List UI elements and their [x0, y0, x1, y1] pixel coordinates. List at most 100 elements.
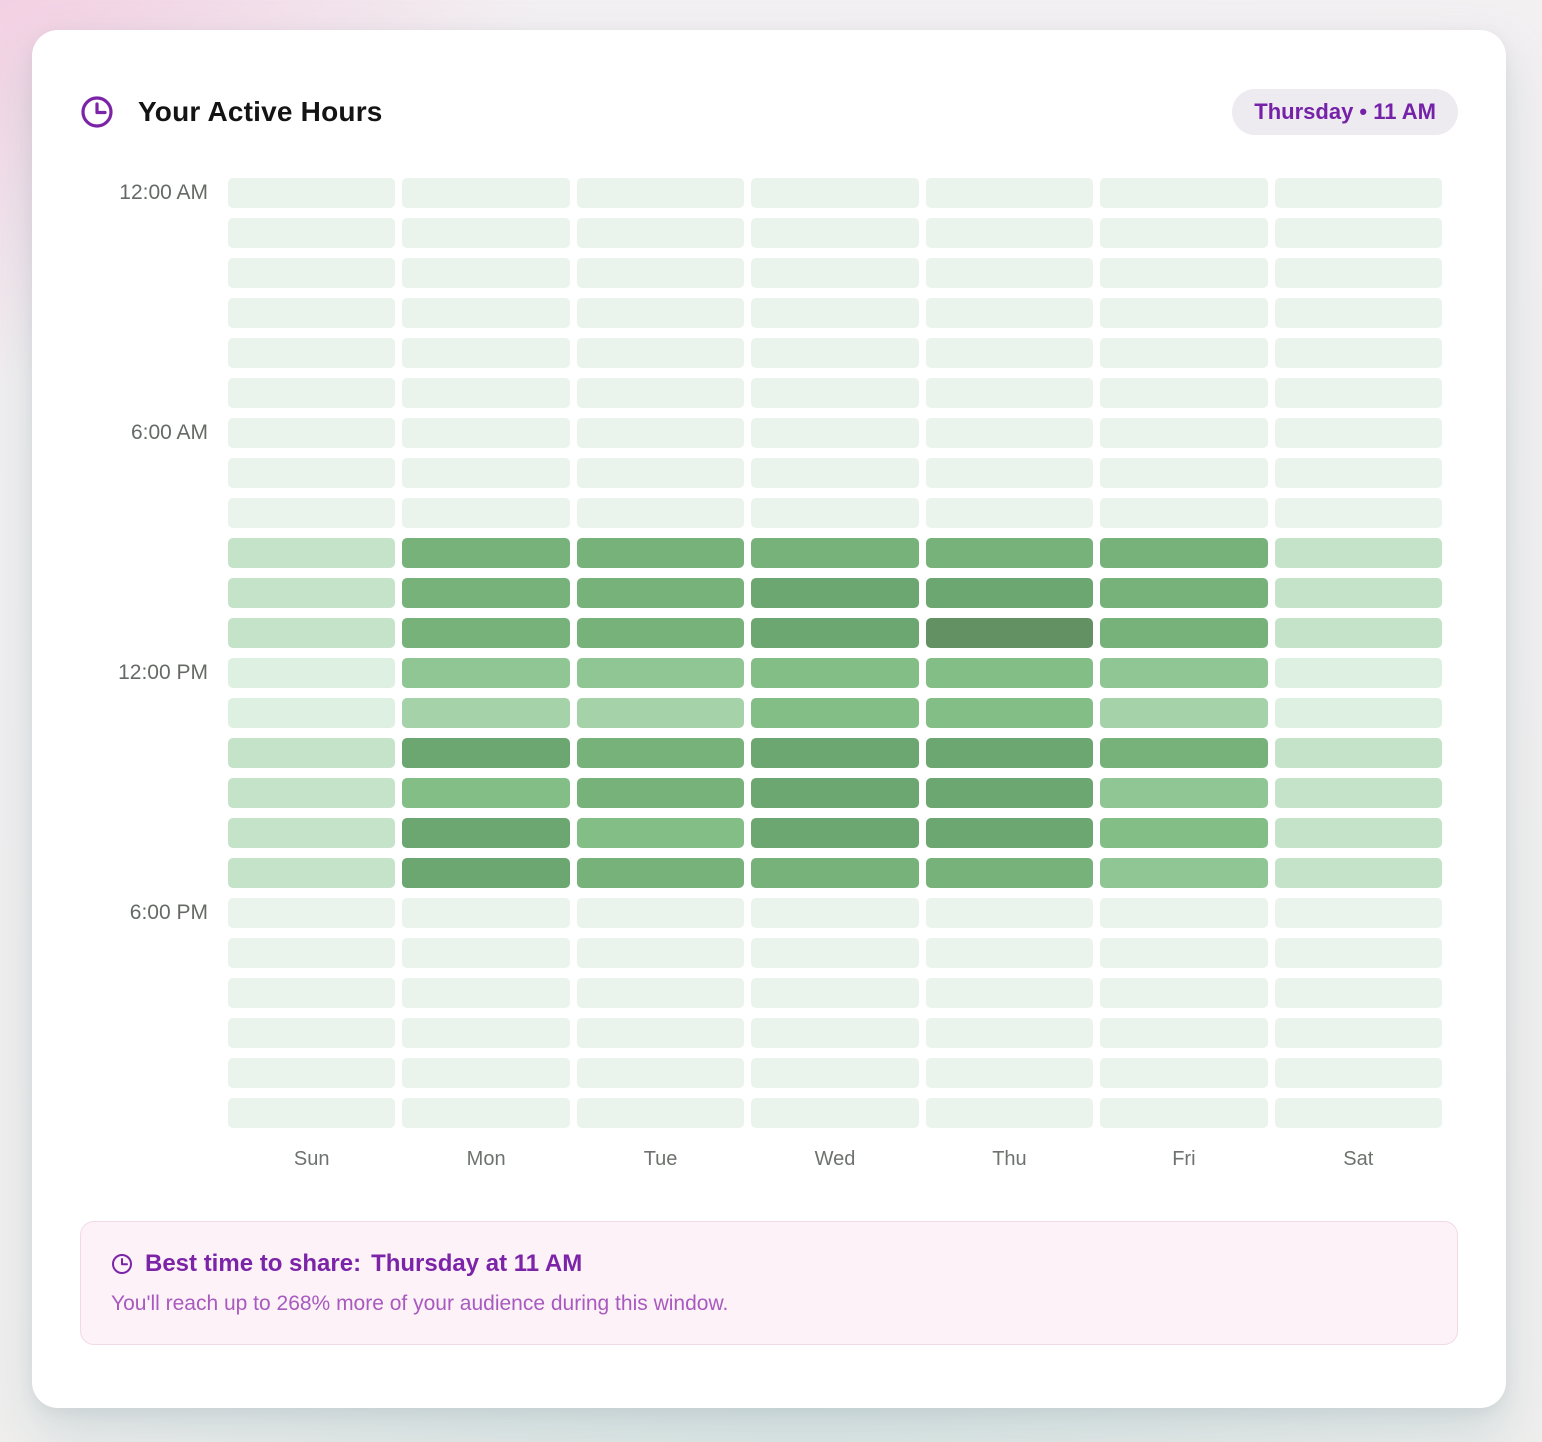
heatmap-cell[interactable]	[1100, 418, 1267, 448]
heatmap-cell[interactable]	[228, 898, 395, 928]
heatmap-cell[interactable]	[402, 458, 569, 488]
heatmap-cell[interactable]	[751, 1018, 918, 1048]
heatmap-cell[interactable]	[1275, 898, 1442, 928]
heatmap-cell[interactable]	[228, 578, 395, 608]
heatmap-cell[interactable]	[751, 898, 918, 928]
heatmap-cell[interactable]	[1275, 498, 1442, 528]
heatmap-cell[interactable]	[577, 818, 744, 848]
heatmap-cell[interactable]	[402, 338, 569, 368]
heatmap-cell[interactable]	[402, 578, 569, 608]
heatmap-cell[interactable]	[926, 1018, 1093, 1048]
heatmap-cell[interactable]	[228, 498, 395, 528]
heatmap-cell[interactable]	[926, 1098, 1093, 1128]
heatmap-cell[interactable]	[1275, 178, 1442, 208]
heatmap-cell[interactable]	[577, 498, 744, 528]
heatmap-cell[interactable]	[1275, 858, 1442, 888]
heatmap-cell[interactable]	[402, 818, 569, 848]
heatmap-cell[interactable]	[1100, 338, 1267, 368]
heatmap-cell[interactable]	[577, 298, 744, 328]
heatmap-cell[interactable]	[926, 218, 1093, 248]
heatmap-cell[interactable]	[228, 258, 395, 288]
heatmap-cell[interactable]	[1100, 858, 1267, 888]
heatmap-cell[interactable]	[577, 178, 744, 208]
heatmap-cell[interactable]	[1100, 1018, 1267, 1048]
heatmap-cell[interactable]	[402, 1018, 569, 1048]
heatmap-cell[interactable]	[926, 178, 1093, 208]
heatmap-cell[interactable]	[1275, 658, 1442, 688]
heatmap-cell[interactable]	[228, 538, 395, 568]
heatmap-cell[interactable]	[751, 978, 918, 1008]
heatmap-cell[interactable]	[751, 738, 918, 768]
heatmap-cell[interactable]	[751, 418, 918, 448]
heatmap-cell[interactable]	[228, 658, 395, 688]
heatmap-cell[interactable]	[1275, 458, 1442, 488]
heatmap-cell[interactable]	[577, 858, 744, 888]
heatmap-cell[interactable]	[577, 778, 744, 808]
heatmap-cell[interactable]	[577, 658, 744, 688]
heatmap-cell[interactable]	[228, 298, 395, 328]
heatmap-cell[interactable]	[751, 778, 918, 808]
heatmap-cell[interactable]	[402, 298, 569, 328]
heatmap-cell[interactable]	[1100, 218, 1267, 248]
heatmap-cell[interactable]	[402, 218, 569, 248]
heatmap-cell[interactable]	[926, 458, 1093, 488]
heatmap-cell[interactable]	[402, 378, 569, 408]
heatmap-cell[interactable]	[1275, 298, 1442, 328]
heatmap-cell[interactable]	[1100, 538, 1267, 568]
heatmap-cell[interactable]	[1100, 818, 1267, 848]
heatmap-cell[interactable]	[751, 178, 918, 208]
heatmap-cell[interactable]	[228, 938, 395, 968]
heatmap-cell[interactable]	[751, 858, 918, 888]
heatmap-cell[interactable]	[1100, 258, 1267, 288]
heatmap-cell[interactable]	[1100, 298, 1267, 328]
heatmap-cell[interactable]	[751, 618, 918, 648]
heatmap-cell[interactable]	[577, 378, 744, 408]
heatmap-cell[interactable]	[751, 538, 918, 568]
heatmap-cell[interactable]	[751, 298, 918, 328]
heatmap-cell[interactable]	[577, 1018, 744, 1048]
heatmap-cell[interactable]	[926, 658, 1093, 688]
heatmap-cell[interactable]	[228, 818, 395, 848]
heatmap-cell[interactable]	[1275, 218, 1442, 248]
heatmap-cell[interactable]	[228, 778, 395, 808]
heatmap-cell[interactable]	[402, 418, 569, 448]
heatmap-cell[interactable]	[751, 498, 918, 528]
heatmap-cell[interactable]	[1275, 818, 1442, 848]
heatmap-cell[interactable]	[577, 978, 744, 1008]
heatmap-cell[interactable]	[1100, 898, 1267, 928]
heatmap-cell[interactable]	[926, 498, 1093, 528]
heatmap-cell[interactable]	[402, 178, 569, 208]
heatmap-cell[interactable]	[577, 898, 744, 928]
heatmap-cell[interactable]	[1100, 618, 1267, 648]
heatmap-cell[interactable]	[926, 338, 1093, 368]
heatmap-cell[interactable]	[228, 338, 395, 368]
heatmap-cell[interactable]	[228, 418, 395, 448]
heatmap-cell[interactable]	[751, 458, 918, 488]
heatmap-cell[interactable]	[577, 738, 744, 768]
heatmap-cell[interactable]	[1275, 1018, 1442, 1048]
heatmap-cell[interactable]	[228, 618, 395, 648]
heatmap-cell[interactable]	[1275, 938, 1442, 968]
heatmap-cell[interactable]	[577, 698, 744, 728]
heatmap-cell[interactable]	[1275, 418, 1442, 448]
heatmap-cell[interactable]	[228, 218, 395, 248]
heatmap-cell[interactable]	[1100, 658, 1267, 688]
heatmap-cell[interactable]	[402, 898, 569, 928]
heatmap-cell[interactable]	[926, 738, 1093, 768]
heatmap-cell[interactable]	[402, 938, 569, 968]
heatmap-cell[interactable]	[1100, 1058, 1267, 1088]
heatmap-cell[interactable]	[751, 1098, 918, 1128]
heatmap-cell[interactable]	[402, 538, 569, 568]
heatmap-cell[interactable]	[751, 578, 918, 608]
heatmap-cell[interactable]	[402, 1098, 569, 1128]
heatmap-cell[interactable]	[751, 258, 918, 288]
heatmap-cell[interactable]	[402, 738, 569, 768]
heatmap-cell[interactable]	[577, 938, 744, 968]
heatmap-cell[interactable]	[1100, 578, 1267, 608]
heatmap-cell[interactable]	[1100, 1098, 1267, 1128]
heatmap-cell[interactable]	[402, 1058, 569, 1088]
heatmap-cell[interactable]	[926, 698, 1093, 728]
heatmap-cell[interactable]	[1275, 1098, 1442, 1128]
heatmap-cell[interactable]	[751, 1058, 918, 1088]
heatmap-cell[interactable]	[228, 738, 395, 768]
